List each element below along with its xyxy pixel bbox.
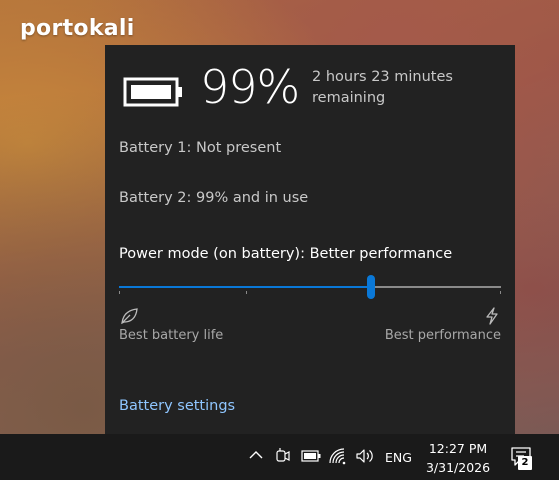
clock-time: 12:27 PM [428, 441, 488, 456]
chevron-up-icon[interactable] [248, 447, 264, 463]
battery-icon[interactable] [301, 450, 321, 462]
slider-tick [500, 291, 501, 294]
volume-icon[interactable] [355, 447, 375, 465]
leaf-icon [121, 308, 138, 325]
battery-percent: 99% [200, 60, 300, 114]
slider-thumb[interactable] [367, 275, 376, 299]
battery-1-status: Battery 1: Not present [119, 140, 282, 156]
battery-2-status: Battery 2: 99% and in use [119, 190, 309, 206]
clock-date: 3/31/2026 [425, 460, 491, 475]
lightning-icon [486, 307, 498, 325]
battery-flyout: 99% 2 hours 23 minutes remaining Battery… [105, 45, 515, 435]
clock[interactable]: 12:27 PM 3/31/2026 [422, 439, 494, 477]
battery-icon [123, 77, 182, 107]
best-battery-life-label: Best battery life [119, 328, 224, 343]
slider-tick [119, 291, 120, 294]
time-remaining: 2 hours 23 minutes remaining [312, 69, 453, 106]
power-mode-label: Power mode (on battery): Better performa… [119, 246, 453, 262]
taskbar: ENG 12:27 PM 3/31/2026 2 [0, 434, 559, 480]
battery-settings-link[interactable]: Battery settings [119, 398, 235, 414]
wifi-icon[interactable] [328, 447, 348, 465]
watermark: portokali [20, 16, 135, 41]
slider-tick [246, 291, 247, 294]
best-performance-label: Best performance [384, 328, 501, 343]
language-indicator[interactable]: ENG [385, 450, 412, 465]
power-mode-slider[interactable] [119, 275, 501, 299]
meet-now-icon[interactable] [274, 447, 292, 465]
slider-fill [119, 286, 372, 288]
notification-badge: 2 [518, 456, 532, 470]
